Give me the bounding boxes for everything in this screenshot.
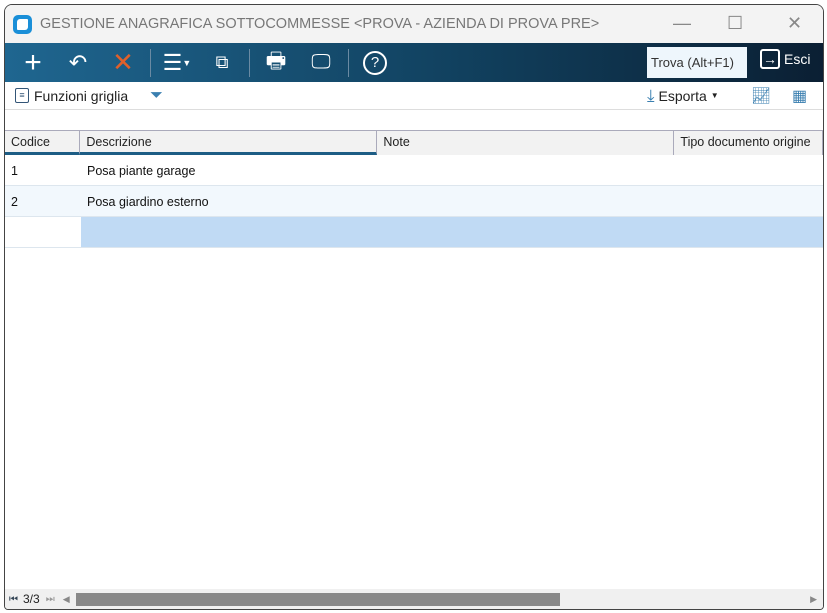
toolbar-separator bbox=[249, 48, 250, 77]
last-record-icon[interactable]: ⏭ bbox=[46, 594, 55, 605]
grid-header: Codice Descrizione Note Tipo documento o… bbox=[5, 130, 823, 155]
filter-icon[interactable]: ⏷ bbox=[150, 87, 163, 105]
cell-codice[interactable]: 1 bbox=[5, 155, 81, 185]
cell-codice[interactable] bbox=[5, 217, 81, 247]
exit-icon: → bbox=[760, 49, 780, 69]
hierarchy-icon[interactable]: ⧉ bbox=[204, 48, 240, 78]
grid-footer: ⏮ 3/3 ⏭ ◀ ▶ bbox=[5, 589, 823, 609]
monitor-icon[interactable]: 🖵 bbox=[303, 48, 339, 78]
app-logo-icon bbox=[13, 14, 32, 34]
maximize-button[interactable]: ☐ bbox=[727, 13, 743, 34]
scroll-left-icon[interactable]: ◀ bbox=[63, 594, 70, 605]
table-row[interactable]: 2 Posa giardino esterno bbox=[5, 186, 823, 217]
export-label: Esporta bbox=[658, 87, 707, 104]
print-icon[interactable]: 🖶 bbox=[258, 48, 294, 78]
record-counter: 3/3 bbox=[23, 592, 40, 606]
minimize-button[interactable]: — bbox=[673, 13, 691, 34]
grid-toolbar: ≡ Funzioni griglia ⏷ ⤓ Esporta ▼ 📈︎ ▦ bbox=[5, 82, 823, 110]
help-icon[interactable]: ? bbox=[357, 48, 393, 78]
grid-functions-label: Funzioni griglia bbox=[34, 87, 129, 104]
chart-icon[interactable]: 📈︎ bbox=[751, 86, 771, 106]
window-title: GESTIONE ANAGRAFICA SOTTOCOMMESSE <PROVA… bbox=[40, 16, 600, 32]
toolbar-separator bbox=[150, 48, 151, 77]
menu-dropdown-icon[interactable]: ☰ ▼ bbox=[159, 48, 195, 78]
column-header-codice[interactable]: Codice bbox=[5, 131, 81, 155]
horizontal-scrollbar-thumb[interactable] bbox=[75, 592, 560, 606]
list-icon: ≡ bbox=[15, 88, 29, 103]
column-header-descrizione[interactable]: Descrizione bbox=[80, 131, 378, 155]
toolbar-separator bbox=[348, 48, 349, 77]
export-button[interactable]: ⤓ Esporta ▼ bbox=[647, 86, 719, 106]
data-grid: Codice Descrizione Note Tipo documento o… bbox=[5, 130, 823, 248]
find-input[interactable]: Trova (Alt+F1) bbox=[647, 47, 747, 78]
cell-codice[interactable]: 2 bbox=[5, 186, 81, 216]
cell-descrizione[interactable]: Posa piante garage bbox=[81, 155, 381, 185]
scroll-right-icon[interactable]: ▶ bbox=[810, 594, 817, 605]
undo-icon[interactable]: ↶ bbox=[60, 48, 96, 78]
new-row[interactable] bbox=[5, 217, 823, 248]
table-row[interactable]: 1 Posa piante garage bbox=[5, 155, 823, 186]
cell-descrizione[interactable]: Posa giardino esterno bbox=[81, 186, 381, 216]
main-toolbar: + ↶ ✕ ☰ ▼ ⧉ 🖶 🖵 ? Trova (Alt+F1) → Esci bbox=[5, 43, 823, 82]
download-icon: ⤓ bbox=[647, 85, 655, 105]
title-bar: GESTIONE ANAGRAFICA SOTTOCOMMESSE <PROVA… bbox=[5, 5, 823, 43]
exit-label: Esci bbox=[784, 51, 811, 67]
exit-button[interactable]: → Esci bbox=[760, 49, 810, 69]
selected-cell[interactable] bbox=[81, 217, 823, 247]
column-header-note[interactable]: Note bbox=[377, 131, 675, 155]
grid-functions-button[interactable]: ≡ Funzioni griglia bbox=[15, 88, 128, 104]
column-header-tipo-documento[interactable]: Tipo documento origine bbox=[674, 131, 823, 155]
close-window-button[interactable]: ✕ bbox=[787, 13, 802, 34]
grid-layout-icon[interactable]: ▦ bbox=[792, 86, 807, 106]
new-icon[interactable]: + bbox=[15, 46, 51, 79]
delete-icon[interactable]: ✕ bbox=[105, 47, 141, 78]
first-record-icon[interactable]: ⏮ bbox=[9, 594, 18, 605]
app-window: GESTIONE ANAGRAFICA SOTTOCOMMESSE <PROVA… bbox=[4, 4, 824, 610]
